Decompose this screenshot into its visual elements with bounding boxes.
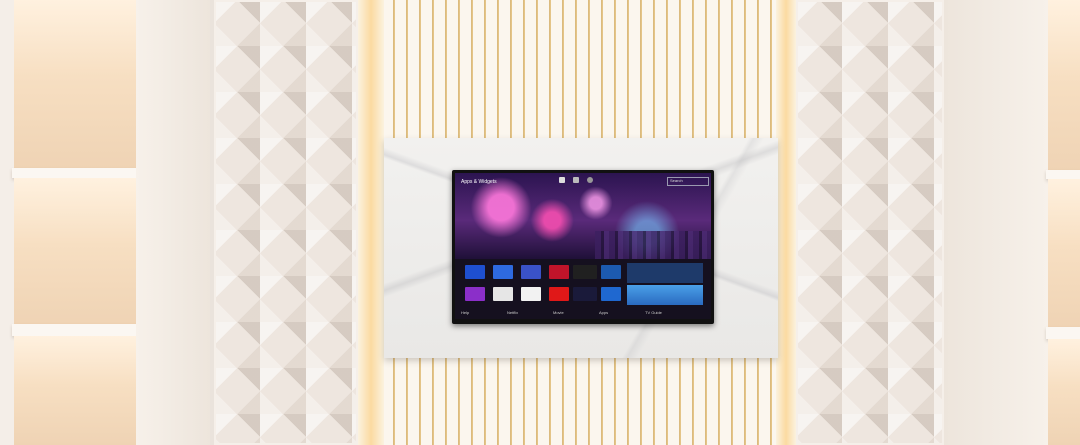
television: Apps & Widgets Search Help Netflix Movie… — [452, 170, 714, 324]
weather-widget-icon[interactable] — [627, 285, 703, 305]
home-icon[interactable] — [559, 177, 565, 183]
app-tile-icon[interactable] — [493, 287, 513, 301]
right-shelf-board — [1046, 170, 1080, 179]
right-column — [944, 0, 1048, 445]
bottom-item-tv-guide[interactable]: TV Guide — [645, 310, 662, 315]
bottom-item-netflix[interactable]: Netflix — [507, 310, 518, 315]
right-shelf-compartment — [1048, 179, 1080, 329]
tv-top-icons — [559, 177, 599, 184]
app-tile-icon[interactable] — [601, 287, 621, 301]
app-tile-icon[interactable] — [493, 265, 513, 279]
app-tile-icon[interactable] — [601, 265, 621, 279]
tv-search-input[interactable]: Search — [667, 177, 709, 186]
app-tile-icon[interactable] — [465, 287, 485, 301]
bottom-item-apps[interactable]: Apps — [599, 310, 608, 315]
app-tile-icon[interactable] — [573, 265, 597, 279]
app-tile-icon[interactable] — [549, 287, 569, 301]
news-widget-icon[interactable] — [627, 263, 703, 283]
right-shelf-board — [1046, 327, 1080, 339]
app-tile-icon[interactable] — [465, 265, 485, 279]
left-shelf-board — [12, 324, 138, 336]
app-tile-icon[interactable] — [521, 265, 541, 279]
right-shelf-compartment — [1048, 0, 1080, 172]
tv-bottom-bar: Help Netflix Movie Apps TV Guide — [461, 310, 705, 316]
bottom-item-help[interactable]: Help — [461, 310, 469, 315]
left-column — [136, 0, 210, 445]
left-shelf-compartment — [14, 0, 136, 170]
left-shelf-compartment — [14, 336, 136, 445]
left-shelf-board — [12, 168, 138, 178]
settings-icon[interactable] — [587, 177, 593, 183]
tv-app-grid: Help Netflix Movie Apps TV Guide — [455, 259, 711, 319]
room-scene: { "tv": { "header_title": "Apps & Widget… — [0, 0, 1080, 445]
left-shelf-compartment — [14, 178, 136, 326]
right-tile-wall — [796, 0, 944, 445]
right-light-strip — [776, 0, 796, 445]
right-shelf-compartment — [1048, 339, 1080, 445]
app-tile-icon[interactable] — [521, 287, 541, 301]
tv-icon[interactable] — [573, 177, 579, 183]
tv-header-title: Apps & Widgets — [461, 179, 497, 185]
left-tile-wall — [214, 0, 358, 445]
bottom-item-movie[interactable]: Movie — [553, 310, 564, 315]
tv-screen: Apps & Widgets Search Help Netflix Movie… — [455, 173, 711, 319]
app-tile-icon[interactable] — [549, 265, 569, 279]
left-light-strip — [358, 0, 384, 445]
tv-city-skyline — [595, 231, 711, 259]
app-tile-icon[interactable] — [573, 287, 597, 301]
